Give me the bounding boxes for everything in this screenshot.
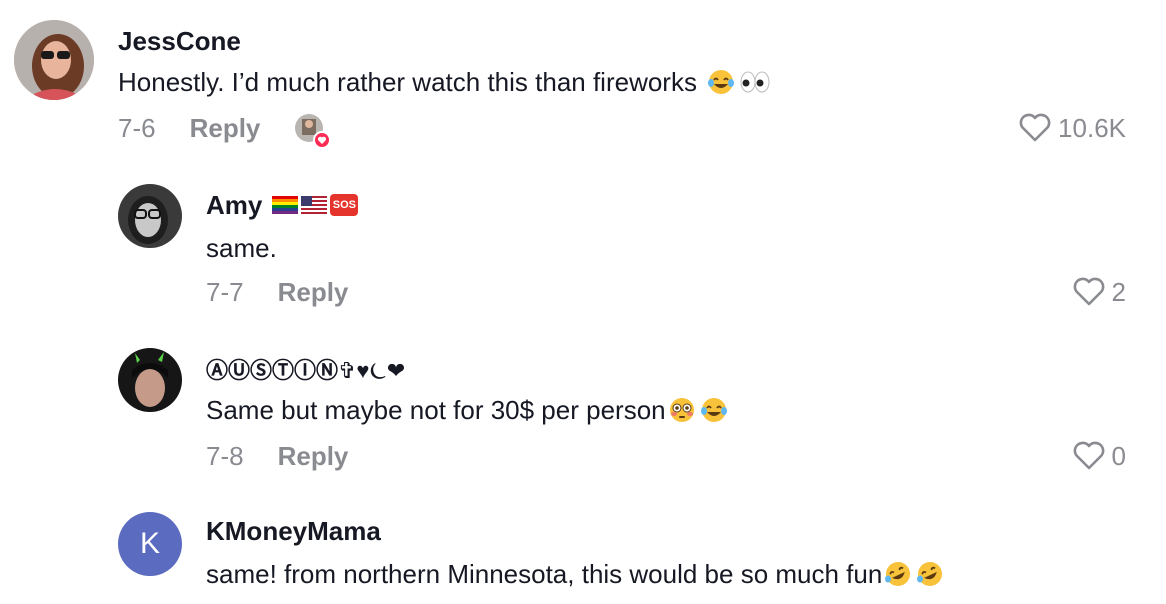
like-count: 10.6K <box>1058 112 1126 143</box>
like-button[interactable]: 0 <box>1072 438 1126 474</box>
avatar[interactable] <box>118 348 182 412</box>
rainbow-flag-icon <box>272 196 299 214</box>
comment-item: K KMoneyMama same! from northern Minneso… <box>0 500 1166 604</box>
username-row: Amy SOS <box>206 188 359 222</box>
like-count: 0 <box>1111 440 1126 471</box>
us-flag-icon <box>301 196 328 214</box>
comment-text-body: Honestly. I’d much rather watch this tha… <box>118 66 697 97</box>
comment-date: 7-8 <box>206 440 244 471</box>
comment-text: Honestly. I’d much rather watch this tha… <box>118 64 771 100</box>
comment-item: ⒶⓊⓈⓉⒾⓃ✞♥⏾❤ Same but maybe not for 30$ pe… <box>0 330 1166 500</box>
heart-outline-icon <box>1073 277 1104 306</box>
like-count: 2 <box>1111 276 1126 307</box>
comment-date: 7-7 <box>206 276 244 307</box>
comment-date: 7-6 <box>118 112 156 143</box>
username[interactable]: JessCone <box>118 24 241 58</box>
avatar[interactable] <box>14 20 94 100</box>
like-button[interactable]: 10.6K <box>1018 110 1126 146</box>
avatar-letter: K <box>139 527 160 560</box>
username[interactable]: KMoneyMama <box>206 514 381 548</box>
joy-emoji-icon <box>700 396 728 424</box>
sos-icon: SOS <box>330 194 359 216</box>
flushed-emoji-icon <box>668 396 696 424</box>
like-button[interactable]: 2 <box>1072 274 1126 310</box>
comment-item: JessCone Honestly. I’d much rather watch… <box>0 0 1166 160</box>
eyes-emoji-icon <box>739 68 771 96</box>
username-badges: SOS <box>272 194 359 216</box>
comment-text: Same but maybe not for 30$ per person <box>206 392 728 428</box>
avatar[interactable]: K <box>118 512 182 576</box>
reply-button[interactable]: Reply <box>190 113 261 144</box>
heart-outline-icon <box>1019 113 1051 142</box>
rofl-emoji-icon <box>884 560 912 588</box>
comment-text-body: Same but maybe not for 30$ per person <box>206 394 666 425</box>
comment-text: same. <box>206 232 277 263</box>
creator-liked-badge <box>294 113 332 149</box>
comment-text-body: same! from northern Minnesota, this woul… <box>206 558 883 589</box>
comment-meta: 7-6 Reply <box>118 110 332 149</box>
avatar[interactable] <box>118 184 182 248</box>
comment-meta: 7-8 Reply <box>206 438 348 474</box>
heart-outline-icon <box>1073 441 1104 470</box>
comment-text: same! from northern Minnesota, this woul… <box>206 556 944 592</box>
username[interactable]: ⒶⓊⓈⓉⒾⓃ✞♥⏾❤ <box>206 352 405 386</box>
reply-button[interactable]: Reply <box>278 277 349 308</box>
rofl-emoji-icon <box>916 560 944 588</box>
comment-item: Amy SOS same. 7-7 Reply 2 <box>0 160 1166 330</box>
reply-button[interactable]: Reply <box>278 441 349 472</box>
joy-emoji-icon <box>707 68 735 96</box>
comment-meta: 7-7 Reply <box>206 274 348 310</box>
username[interactable]: Amy <box>206 190 262 221</box>
